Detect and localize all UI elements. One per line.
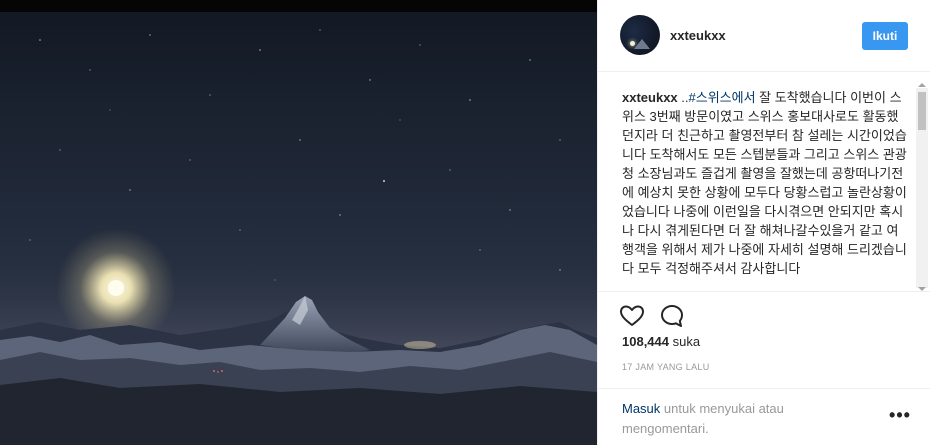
caption-scrollbar[interactable] — [916, 83, 928, 291]
scroll-up-icon[interactable] — [918, 83, 926, 87]
avatar[interactable] — [620, 15, 660, 55]
follow-button[interactable]: Ikuti — [862, 22, 908, 50]
header-username[interactable]: xxteukxx — [670, 28, 726, 43]
likes-number: 108,444 — [622, 334, 669, 349]
login-prompt: Masuk untuk menyukai atau mengomentari. — [622, 399, 852, 439]
post-header: xxteukxx Ikuti — [598, 0, 930, 72]
caption-text: 잘 도착했습니다 이번이 스위스 3번째 방문이였고 스위스 홍보대사로도 활동… — [622, 90, 907, 276]
post-footer: Masuk untuk menyukai atau mengomentari. … — [598, 388, 930, 445]
post-timestamp[interactable]: 17 JAM YANG LALU — [622, 362, 710, 372]
caption: xxteukxx ..#스위스에서 잘 도착했습니다 이번이 스위스 3번째 방… — [622, 88, 910, 278]
more-icon[interactable]: ••• — [888, 406, 912, 427]
caption-area[interactable]: xxteukxx ..#스위스에서 잘 도착했습니다 이번이 스위스 3번째 방… — [598, 82, 930, 292]
comment-icon[interactable] — [658, 302, 686, 330]
login-link[interactable]: Masuk — [622, 401, 660, 416]
likes-count[interactable]: 108,444 suka — [622, 334, 700, 349]
caption-hashtag[interactable]: #스위스에서 — [689, 90, 756, 105]
likes-suffix: suka — [669, 334, 701, 349]
post-side-panel: xxteukxx Ikuti xxteukxx ..#스위스에서 잘 도착했습니… — [597, 0, 930, 445]
heart-icon[interactable] — [618, 302, 646, 330]
post-photo — [0, 0, 597, 445]
scrollbar-thumb[interactable] — [918, 92, 926, 130]
caption-prefix: .. — [677, 90, 689, 105]
night-mountain-image — [0, 29, 597, 445]
caption-username[interactable]: xxteukxx — [622, 90, 678, 105]
scroll-down-icon[interactable] — [918, 287, 926, 291]
action-bar — [618, 302, 738, 330]
